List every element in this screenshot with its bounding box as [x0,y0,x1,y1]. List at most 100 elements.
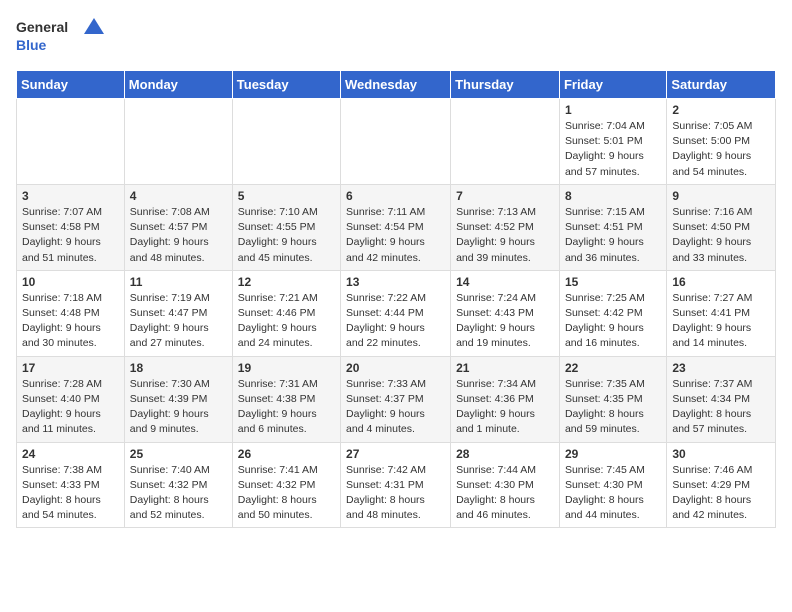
calendar-cell [451,99,560,185]
day-info: Sunrise: 7:42 AM Sunset: 4:31 PM Dayligh… [346,463,445,524]
day-info: Sunrise: 7:41 AM Sunset: 4:32 PM Dayligh… [238,463,335,524]
calendar-table: SundayMondayTuesdayWednesdayThursdayFrid… [16,70,776,528]
calendar-week-4: 17 Sunrise: 7:28 AM Sunset: 4:40 PM Dayli… [17,356,776,442]
day-number: 22 [565,361,661,375]
day-number: 29 [565,447,661,461]
day-info: Sunrise: 7:31 AM Sunset: 4:38 PM Dayligh… [238,377,335,438]
calendar-cell: 25 Sunrise: 7:40 AM Sunset: 4:32 PM Dayli… [124,442,232,528]
calendar-week-2: 3 Sunrise: 7:07 AM Sunset: 4:58 PM Daylig… [17,184,776,270]
calendar-cell: 6 Sunrise: 7:11 AM Sunset: 4:54 PM Daylig… [341,184,451,270]
svg-text:General: General [16,19,68,35]
day-info: Sunrise: 7:13 AM Sunset: 4:52 PM Dayligh… [456,205,554,266]
svg-text:Blue: Blue [16,37,47,53]
calendar-cell [17,99,125,185]
calendar-cell [124,99,232,185]
calendar-cell: 12Sunrise: 7:21 AM Sunset: 4:46 PM Dayli… [232,270,340,356]
day-info: Sunrise: 7:34 AM Sunset: 4:36 PM Dayligh… [456,377,554,438]
day-info: Sunrise: 7:11 AM Sunset: 4:54 PM Dayligh… [346,205,445,266]
day-info: Sunrise: 7:25 AM Sunset: 4:42 PM Dayligh… [565,291,661,352]
day-info: Sunrise: 7:22 AM Sunset: 4:44 PM Dayligh… [346,291,445,352]
day-number: 25 [130,447,227,461]
calendar-cell: 20 Sunrise: 7:33 AM Sunset: 4:37 PM Dayli… [341,356,451,442]
day-number: 24 [22,447,119,461]
day-info: Sunrise: 7:38 AM Sunset: 4:33 PM Dayligh… [22,463,119,524]
page-header: General Blue [16,16,776,58]
calendar-cell: 29 Sunrise: 7:45 AM Sunset: 4:30 PM Dayli… [559,442,666,528]
calendar-header-sunday: Sunday [17,71,125,99]
calendar-header-monday: Monday [124,71,232,99]
day-number: 9 [672,189,770,203]
day-number: 20 [346,361,445,375]
day-info: Sunrise: 7:28 AM Sunset: 4:40 PM Dayligh… [22,377,119,438]
day-info: Sunrise: 7:40 AM Sunset: 4:32 PM Dayligh… [130,463,227,524]
day-info: Sunrise: 7:35 AM Sunset: 4:35 PM Dayligh… [565,377,661,438]
day-number: 10 [22,275,119,289]
day-number: 28 [456,447,554,461]
day-number: 3 [22,189,119,203]
calendar-header-friday: Friday [559,71,666,99]
calendar-cell: 1 Sunrise: 7:04 AM Sunset: 5:01 PM Daylig… [559,99,666,185]
calendar-week-1: 1 Sunrise: 7:04 AM Sunset: 5:01 PM Daylig… [17,99,776,185]
day-number: 2 [672,103,770,117]
calendar-cell: 18 Sunrise: 7:30 AM Sunset: 4:39 PM Dayli… [124,356,232,442]
day-info: Sunrise: 7:45 AM Sunset: 4:30 PM Dayligh… [565,463,661,524]
calendar-cell: 9 Sunrise: 7:16 AM Sunset: 4:50 PM Daylig… [667,184,776,270]
day-info: Sunrise: 7:05 AM Sunset: 5:00 PM Dayligh… [672,119,770,180]
day-number: 18 [130,361,227,375]
calendar-cell: 14 Sunrise: 7:24 AM Sunset: 4:43 PM Dayli… [451,270,560,356]
day-info: Sunrise: 7:33 AM Sunset: 4:37 PM Dayligh… [346,377,445,438]
calendar-header-tuesday: Tuesday [232,71,340,99]
calendar-cell: 13 Sunrise: 7:22 AM Sunset: 4:44 PM Dayli… [341,270,451,356]
day-info: Sunrise: 7:18 AM Sunset: 4:48 PM Dayligh… [22,291,119,352]
day-number: 15 [565,275,661,289]
day-number: 13 [346,275,445,289]
calendar-cell: 30 Sunrise: 7:46 AM Sunset: 4:29 PM Dayli… [667,442,776,528]
calendar-cell: 4Sunrise: 7:08 AM Sunset: 4:57 PM Daylig… [124,184,232,270]
calendar-cell [341,99,451,185]
calendar-cell: 23Sunrise: 7:37 AM Sunset: 4:34 PM Dayli… [667,356,776,442]
day-number: 14 [456,275,554,289]
day-number: 30 [672,447,770,461]
day-info: Sunrise: 7:37 AM Sunset: 4:34 PM Dayligh… [672,377,770,438]
day-number: 12 [238,275,335,289]
day-number: 6 [346,189,445,203]
calendar-cell: 11Sunrise: 7:19 AM Sunset: 4:47 PM Dayli… [124,270,232,356]
calendar-cell [232,99,340,185]
calendar-cell: 10 Sunrise: 7:18 AM Sunset: 4:48 PM Dayli… [17,270,125,356]
day-info: Sunrise: 7:04 AM Sunset: 5:01 PM Dayligh… [565,119,661,180]
day-info: Sunrise: 7:27 AM Sunset: 4:41 PM Dayligh… [672,291,770,352]
day-info: Sunrise: 7:10 AM Sunset: 4:55 PM Dayligh… [238,205,335,266]
calendar-header-saturday: Saturday [667,71,776,99]
calendar-cell: 8Sunrise: 7:15 AM Sunset: 4:51 PM Daylig… [559,184,666,270]
calendar-cell: 22 Sunrise: 7:35 AM Sunset: 4:35 PM Dayli… [559,356,666,442]
calendar-week-3: 10 Sunrise: 7:18 AM Sunset: 4:48 PM Dayli… [17,270,776,356]
day-info: Sunrise: 7:07 AM Sunset: 4:58 PM Dayligh… [22,205,119,266]
day-number: 16 [672,275,770,289]
logo: General Blue [16,16,106,58]
calendar-cell: 3 Sunrise: 7:07 AM Sunset: 4:58 PM Daylig… [17,184,125,270]
calendar-cell: 27Sunrise: 7:42 AM Sunset: 4:31 PM Dayli… [341,442,451,528]
day-number: 21 [456,361,554,375]
calendar-cell: 7 Sunrise: 7:13 AM Sunset: 4:52 PM Daylig… [451,184,560,270]
day-number: 7 [456,189,554,203]
day-info: Sunrise: 7:16 AM Sunset: 4:50 PM Dayligh… [672,205,770,266]
logo-svg: General Blue [16,16,106,58]
day-info: Sunrise: 7:24 AM Sunset: 4:43 PM Dayligh… [456,291,554,352]
calendar-header-thursday: Thursday [451,71,560,99]
day-info: Sunrise: 7:30 AM Sunset: 4:39 PM Dayligh… [130,377,227,438]
day-number: 8 [565,189,661,203]
day-number: 1 [565,103,661,117]
calendar-header-row: SundayMondayTuesdayWednesdayThursdayFrid… [17,71,776,99]
day-info: Sunrise: 7:46 AM Sunset: 4:29 PM Dayligh… [672,463,770,524]
day-info: Sunrise: 7:08 AM Sunset: 4:57 PM Dayligh… [130,205,227,266]
calendar-cell: 5 Sunrise: 7:10 AM Sunset: 4:55 PM Daylig… [232,184,340,270]
calendar-cell: 2 Sunrise: 7:05 AM Sunset: 5:00 PM Daylig… [667,99,776,185]
calendar-cell: 26Sunrise: 7:41 AM Sunset: 4:32 PM Dayli… [232,442,340,528]
calendar-cell: 16 Sunrise: 7:27 AM Sunset: 4:41 PM Dayli… [667,270,776,356]
day-number: 5 [238,189,335,203]
calendar-cell: 19Sunrise: 7:31 AM Sunset: 4:38 PM Dayli… [232,356,340,442]
day-info: Sunrise: 7:44 AM Sunset: 4:30 PM Dayligh… [456,463,554,524]
calendar-cell: 21 Sunrise: 7:34 AM Sunset: 4:36 PM Dayli… [451,356,560,442]
calendar-cell: 28 Sunrise: 7:44 AM Sunset: 4:30 PM Dayli… [451,442,560,528]
day-number: 17 [22,361,119,375]
